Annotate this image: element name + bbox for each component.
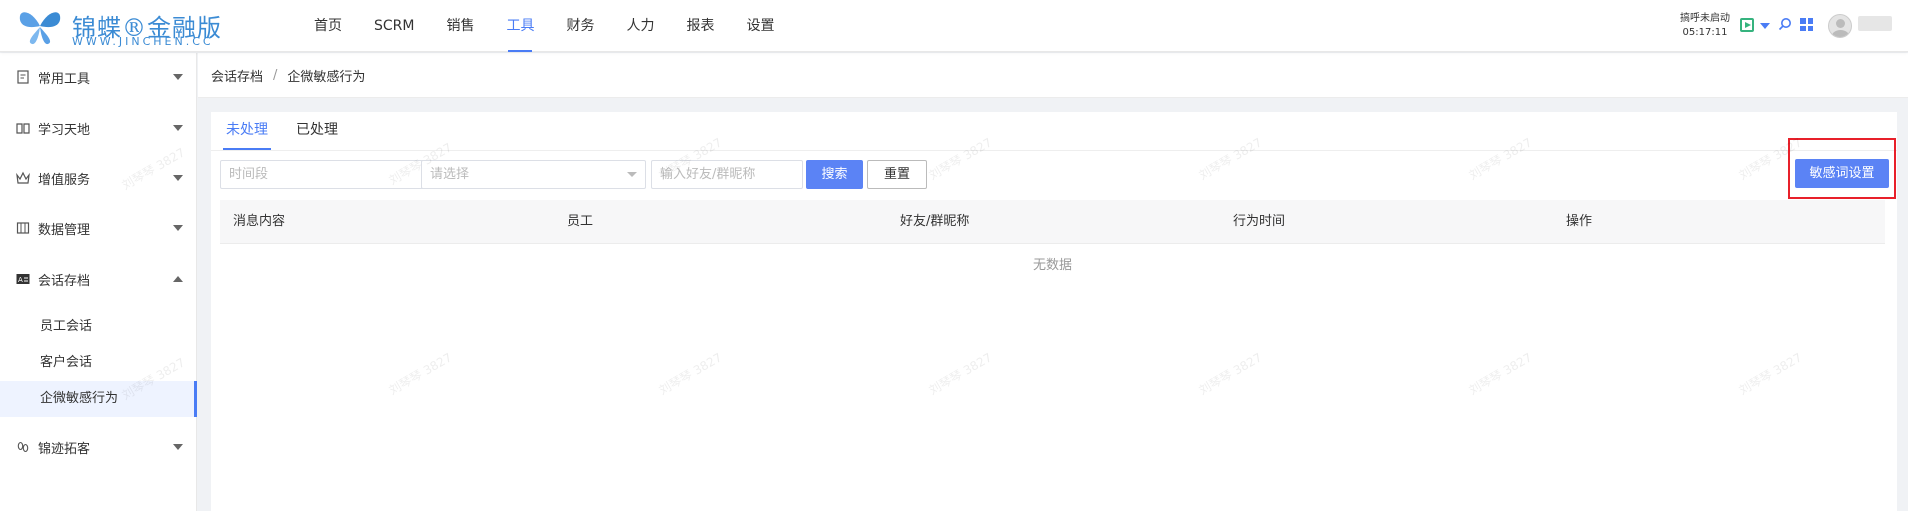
tabs-divider [211, 150, 1897, 151]
app-grid-icon[interactable] [1800, 18, 1813, 31]
chevron-up-icon [173, 276, 183, 282]
nav-tools[interactable]: 工具 [490, 0, 550, 52]
call-status: 搞呼未启动 05:17:11 [1676, 12, 1734, 40]
column-message-content: 消息内容 [233, 214, 286, 229]
top-navigation-bar: 锦蝶®金融版 WWW.JINCHEN.CC 首页 SCRM 销售 工具 财务 人… [0, 0, 1908, 52]
breadcrumb: 会话存档 / 企微敏感行为 [198, 53, 1908, 98]
chat-archive-icon: A [16, 274, 30, 284]
column-behavior-time: 行为时间 [1233, 214, 1286, 229]
nav-settings[interactable]: 设置 [730, 0, 790, 52]
search-icon[interactable] [1778, 17, 1792, 31]
sidebar-group-learning[interactable]: 学习天地 [0, 112, 197, 144]
username-redacted[interactable] [1858, 16, 1892, 31]
tab-unprocessed[interactable]: 未处理 [223, 112, 271, 152]
sidebar-group-data-management[interactable]: 数据管理 [0, 212, 197, 244]
crown-icon [16, 171, 30, 184]
main-content-card: 未处理 已处理 时间段 请选择 输入好友/群昵称 搜索 重置 消息内容 员工 好… [211, 112, 1897, 511]
sidebar-group-common-tools[interactable]: 常用工具 [0, 61, 197, 93]
sidebar-item-employee-chat[interactable]: 员工会话 [0, 309, 197, 345]
chevron-down-icon [173, 444, 183, 450]
chevron-down-icon [173, 74, 183, 80]
butterfly-logo-icon [19, 12, 61, 45]
sidebar-group-value-added[interactable]: 增值服务 [0, 162, 197, 194]
tab-processed[interactable]: 已处理 [293, 112, 341, 152]
chevron-down-icon [173, 225, 183, 231]
main-nav: 首页 SCRM 销售 工具 财务 人力 报表 设置 [298, 0, 790, 52]
column-employee: 员工 [567, 214, 594, 229]
sidebar-group-label: 增值服务 [38, 172, 91, 188]
nav-reports[interactable]: 报表 [670, 0, 730, 52]
sidebar-group-label: 锦迹拓客 [38, 441, 91, 457]
friend-group-name-input[interactable]: 输入好友/群昵称 [651, 160, 803, 189]
sidebar-group-label: 会话存档 [38, 273, 91, 289]
time-range-input[interactable]: 时间段 [220, 160, 426, 189]
breadcrumb-current: 企微敏感行为 [287, 69, 366, 85]
nav-sales[interactable]: 销售 [430, 0, 490, 52]
chevron-down-icon [173, 125, 183, 131]
employee-select[interactable]: 请选择 [421, 160, 646, 189]
table-icon [16, 222, 30, 234]
footprint-icon [17, 441, 29, 453]
clock-text: 05:17:11 [1682, 27, 1728, 38]
sidebar-group-label: 数据管理 [38, 222, 91, 238]
sidebar-group-chat-archive[interactable]: A 会话存档 [0, 263, 197, 295]
employee-select-placeholder: 请选择 [430, 167, 470, 182]
table-header: 消息内容 员工 好友/群昵称 行为时间 操作 [220, 200, 1885, 244]
logo-website-text: WWW.JINCHEN.CC [72, 35, 214, 48]
sensitive-words-settings-button[interactable]: 敏感词设置 [1795, 159, 1889, 188]
call-status-text: 搞呼未启动 [1680, 13, 1730, 24]
play-icon[interactable] [1740, 18, 1754, 32]
sidebar-item-customer-chat[interactable]: 客户会话 [0, 345, 197, 381]
nav-home[interactable]: 首页 [298, 0, 358, 52]
svg-text:A: A [18, 276, 23, 284]
breadcrumb-parent[interactable]: 会话存档 [211, 66, 263, 85]
chevron-down-icon[interactable] [1760, 23, 1770, 29]
avatar[interactable] [1828, 14, 1852, 38]
sidebar-group-label: 学习天地 [38, 122, 91, 138]
search-button[interactable]: 搜索 [806, 160, 863, 189]
nav-hr[interactable]: 人力 [610, 0, 670, 52]
reset-button[interactable]: 重置 [867, 160, 927, 189]
chevron-down-icon [173, 175, 183, 181]
breadcrumb-separator: / [273, 67, 278, 83]
column-actions: 操作 [1566, 214, 1593, 229]
chevron-down-icon [627, 172, 637, 177]
book-icon [16, 123, 30, 134]
status-tabs: 未处理 已处理 [223, 112, 363, 152]
jinchen-logo[interactable]: 锦蝶®金融版 WWW.JINCHEN.CC [14, 4, 229, 48]
sidebar: 常用工具 学习天地 增值服务 数据管理 A 会话存档 员工会话 客户会话 企微敏… [0, 53, 197, 511]
empty-state-text: 无数据 [1032, 258, 1072, 273]
sidebar-item-sensitive-behavior[interactable]: 企微敏感行为 [0, 381, 197, 417]
document-icon [17, 70, 29, 84]
nav-finance[interactable]: 财务 [550, 0, 610, 52]
column-friend-group-name: 好友/群昵称 [900, 214, 970, 229]
nav-scrm[interactable]: SCRM [358, 0, 430, 52]
sidebar-group-label: 常用工具 [38, 71, 91, 87]
sidebar-group-footprint[interactable]: 锦迹拓客 [0, 431, 197, 463]
